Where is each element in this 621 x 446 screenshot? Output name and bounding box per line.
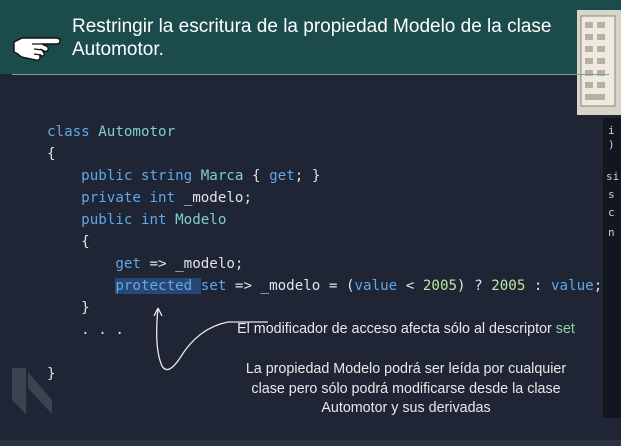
code-token: < xyxy=(397,278,423,294)
annotation-keyword-set: set xyxy=(555,321,575,337)
code-token: : xyxy=(525,278,551,294)
code-line: public int Modelo xyxy=(47,209,612,231)
keyboard-photo xyxy=(577,10,621,115)
code-line: get => _modelo; xyxy=(47,253,612,275)
pointing-hand-icon xyxy=(13,37,61,61)
logo-icon xyxy=(12,368,52,414)
code-token: int xyxy=(140,212,176,228)
code-token: set xyxy=(200,278,227,294)
bottom-band xyxy=(0,440,621,446)
code-token: ) ? xyxy=(457,278,492,294)
code-line: { xyxy=(47,231,612,253)
code-token: class xyxy=(47,124,99,140)
code-token: public xyxy=(81,212,141,228)
code-token: 2005 xyxy=(422,278,458,294)
code-block: class Automotor { public string Marca { g… xyxy=(47,121,612,385)
code-token: private xyxy=(81,190,150,206)
code-token: => _modelo = ( xyxy=(226,278,355,294)
code-token: => _modelo; xyxy=(140,256,244,272)
code-token: } xyxy=(47,300,90,316)
annotation-text-scope: El modificador de acceso afecta sólo al … xyxy=(228,320,584,340)
code-token: int xyxy=(149,190,184,206)
header-divider xyxy=(12,74,609,75)
code-token: Modelo xyxy=(175,212,227,228)
code-token: ; } xyxy=(294,168,321,184)
code-token: { xyxy=(47,234,90,250)
code-token: get xyxy=(115,256,141,272)
code-token: Automotor xyxy=(98,124,176,140)
code-token: _modelo; xyxy=(183,190,253,206)
code-line: } xyxy=(47,297,612,319)
code-token: protected xyxy=(115,278,201,294)
code-token: 2005 xyxy=(491,278,526,294)
code-token: string xyxy=(140,168,201,184)
code-line: public string Marca { get; } xyxy=(47,165,612,187)
slide-header: Restringir la escritura de la propiedad … xyxy=(0,0,621,115)
code-token: { xyxy=(243,168,270,184)
slide: Restringir la escritura de la propiedad … xyxy=(0,0,621,446)
code-token: value xyxy=(551,278,594,294)
code-token: ; xyxy=(593,278,603,294)
code-token: public xyxy=(81,168,141,184)
code-token: value xyxy=(354,278,398,294)
code-token: . . . xyxy=(47,322,124,338)
code-line: private int _modelo; xyxy=(47,187,612,209)
code-line: protected set => _modelo = (value < 2005… xyxy=(47,275,612,297)
code-line: { xyxy=(47,143,612,165)
code-token: { xyxy=(47,146,56,162)
slide-title: Restringir la escritura de la propiedad … xyxy=(72,16,552,60)
code-token: get xyxy=(269,168,295,184)
annotation-text-access: La propiedad Modelo podrá ser leída por … xyxy=(245,361,567,416)
code-token: Marca xyxy=(200,168,244,184)
code-line: class Automotor xyxy=(47,121,612,143)
annotation-prefix: El modificador de acceso afecta sólo al … xyxy=(237,321,556,337)
